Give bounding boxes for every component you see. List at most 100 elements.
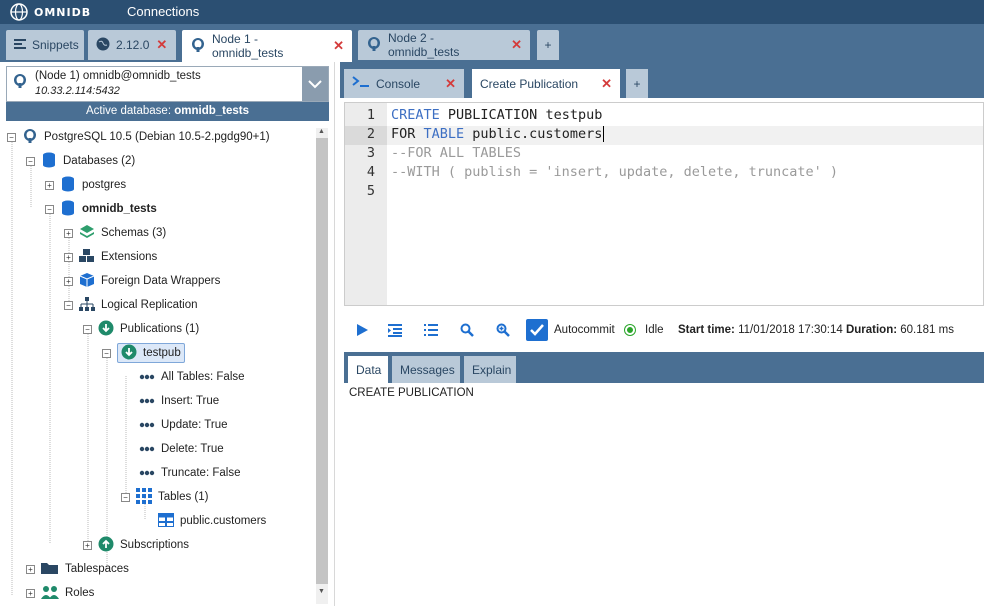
tree-scrollbar-thumb[interactable]: [316, 138, 328, 584]
line-number: 3: [366, 145, 375, 161]
expand-icon[interactable]: +: [26, 588, 35, 598]
close-icon[interactable]: ✕: [156, 37, 167, 53]
expand-icon[interactable]: +: [26, 564, 35, 574]
tree-node-customers[interactable]: public.customers: [158, 510, 266, 532]
tree-node-update[interactable]: Update: True: [139, 414, 227, 436]
tree-label: Logical Replication: [101, 299, 198, 311]
tree-node-all-tables[interactable]: All Tables: False: [139, 366, 245, 388]
omnidb-logo[interactable]: OMNIDB: [10, 3, 91, 21]
connection-selector[interactable]: (Node 1) omnidb@omnidb_tests 10.33.2.114…: [6, 66, 329, 102]
close-icon[interactable]: ✕: [511, 37, 522, 53]
add-query-tab-button[interactable]: +: [626, 69, 648, 98]
snippets-icon: [14, 38, 26, 53]
line-number: 5: [366, 183, 375, 199]
postgresql-icon: [12, 73, 28, 92]
close-icon[interactable]: ✕: [601, 76, 612, 92]
expand-icon[interactable]: +: [45, 180, 54, 190]
tree-node-publications[interactable]: − Publications (1): [83, 318, 199, 340]
plus-icon: +: [544, 38, 552, 52]
expand-icon[interactable]: +: [83, 540, 92, 550]
tree-node-insert[interactable]: Insert: True: [139, 390, 219, 412]
sql-editor[interactable]: 1 2 3 4 5 CREATE PUBLICATION testpub FOR…: [344, 102, 984, 306]
scroll-up-arrow[interactable]: ▲: [318, 128, 325, 135]
timing-info: Start time: 11/01/2018 17:30:14 Duration…: [678, 324, 954, 336]
tab-messages[interactable]: Messages: [392, 356, 460, 383]
autocommit-label: Autocommit: [554, 324, 615, 336]
object-tree-panel: (Node 1) omnidb@omnidb_tests 10.33.2.114…: [0, 62, 334, 606]
add-tab-button[interactable]: +: [537, 30, 559, 60]
tree-node-tables[interactable]: − Tables (1): [121, 486, 209, 508]
close-icon[interactable]: ✕: [445, 76, 456, 92]
expand-icon[interactable]: +: [64, 252, 73, 262]
tree-label: public.customers: [180, 515, 267, 527]
collapse-icon[interactable]: −: [83, 324, 92, 334]
close-icon[interactable]: ✕: [333, 38, 344, 54]
tree-node-extensions[interactable]: + Extensions: [64, 246, 157, 268]
tab-console[interactable]: Console ✕: [344, 69, 464, 98]
tree-node-truncate[interactable]: Truncate: False: [139, 462, 240, 484]
tab-label: Node 1 - omnidb_tests: [212, 32, 284, 60]
tab-explain[interactable]: Explain: [464, 356, 516, 383]
list-icon[interactable]: [423, 322, 439, 338]
tree-node-schemas[interactable]: + Schemas (3): [64, 222, 166, 244]
tab-node2[interactable]: Node 2 - omnidb_tests ✕: [358, 30, 530, 60]
scroll-down-arrow[interactable]: ▼: [318, 588, 325, 595]
tab-version[interactable]: 2.12.0 ✕: [88, 30, 176, 60]
collapse-icon[interactable]: −: [121, 492, 130, 502]
tab-snippets[interactable]: Snippets: [6, 30, 84, 60]
expand-icon[interactable]: +: [64, 228, 73, 238]
result-output: CREATE PUBLICATION: [349, 387, 474, 399]
selected-node[interactable]: testpub: [117, 343, 185, 363]
expand-icon[interactable]: +: [64, 276, 73, 286]
connection-title: (Node 1) omnidb@omnidb_tests: [35, 70, 201, 82]
postgresql-icon: [366, 36, 382, 55]
tree-label: Truncate: False: [161, 467, 241, 479]
collapse-icon[interactable]: −: [45, 204, 54, 214]
tree-node-server[interactable]: − PostgreSQL 10.5 (Debian 10.5-2.pgdg90+1…: [7, 126, 270, 148]
connections-link[interactable]: Connections: [127, 4, 199, 19]
tree-node-subscriptions[interactable]: + Subscriptions: [83, 534, 189, 556]
zoom-in-icon[interactable]: [495, 322, 511, 338]
line-number: 1: [366, 107, 375, 123]
chevron-down-icon[interactable]: [302, 67, 328, 101]
postgresql-icon: [190, 37, 206, 56]
connection-host: 10.33.2.114:5432: [35, 85, 120, 97]
tree-label: Schemas (3): [101, 227, 167, 239]
collapse-icon[interactable]: −: [64, 300, 73, 310]
search-icon[interactable]: [459, 322, 475, 338]
tree-label: Foreign Data Wrappers: [101, 275, 221, 287]
status-text: Idle: [645, 324, 664, 336]
tab-data[interactable]: Data: [348, 356, 388, 383]
download-circle-icon: [121, 344, 137, 363]
tab-create-publication[interactable]: Create Publication ✕: [472, 69, 620, 98]
tree-label: Subscriptions: [120, 539, 190, 551]
ellipsis-icon: [139, 395, 155, 407]
tree-node-tablespaces[interactable]: + Tablespaces: [26, 558, 129, 580]
tree-node-roles[interactable]: + Roles: [26, 582, 94, 604]
collapse-icon[interactable]: −: [102, 348, 111, 358]
tree-label: Roles: [65, 587, 95, 599]
tree-node-db-omnidb[interactable]: − omnidb_tests: [45, 198, 157, 220]
tree-label: omnidb_tests: [82, 203, 157, 215]
collapse-icon[interactable]: −: [7, 132, 16, 142]
tree-label: All Tables: False: [161, 371, 245, 383]
database-icon: [60, 176, 76, 195]
query-toolbar: Autocommit Idle Start time: 11/01/2018 1…: [340, 314, 984, 346]
tree-node-delete[interactable]: Delete: True: [139, 438, 224, 460]
code-line: --WITH ( publish = 'insert, update, dele…: [391, 164, 839, 180]
collapse-icon[interactable]: −: [26, 156, 35, 166]
autocommit-checkbox[interactable]: [526, 319, 548, 341]
query-panel: Console ✕ Create Publication ✕ + 1 2 3 4…: [340, 62, 984, 606]
table-icon: [158, 512, 174, 530]
users-icon: [41, 585, 59, 602]
indent-icon[interactable]: [387, 322, 403, 338]
code-line: FOR TABLE public.customers: [391, 126, 605, 142]
tree-node-logical-replication[interactable]: − Logical Replication: [64, 294, 198, 316]
tree-node-fdw[interactable]: + Foreign Data Wrappers: [64, 270, 220, 292]
run-icon[interactable]: [354, 322, 370, 338]
tab-node1[interactable]: Node 1 - omnidb_tests ✕: [182, 30, 352, 62]
tree-node-testpub[interactable]: − testpub: [102, 342, 185, 364]
tree-node-databases[interactable]: − Databases (2): [26, 150, 135, 172]
tree-node-db-postgres[interactable]: + postgres: [45, 174, 126, 196]
grid-icon: [136, 487, 152, 507]
